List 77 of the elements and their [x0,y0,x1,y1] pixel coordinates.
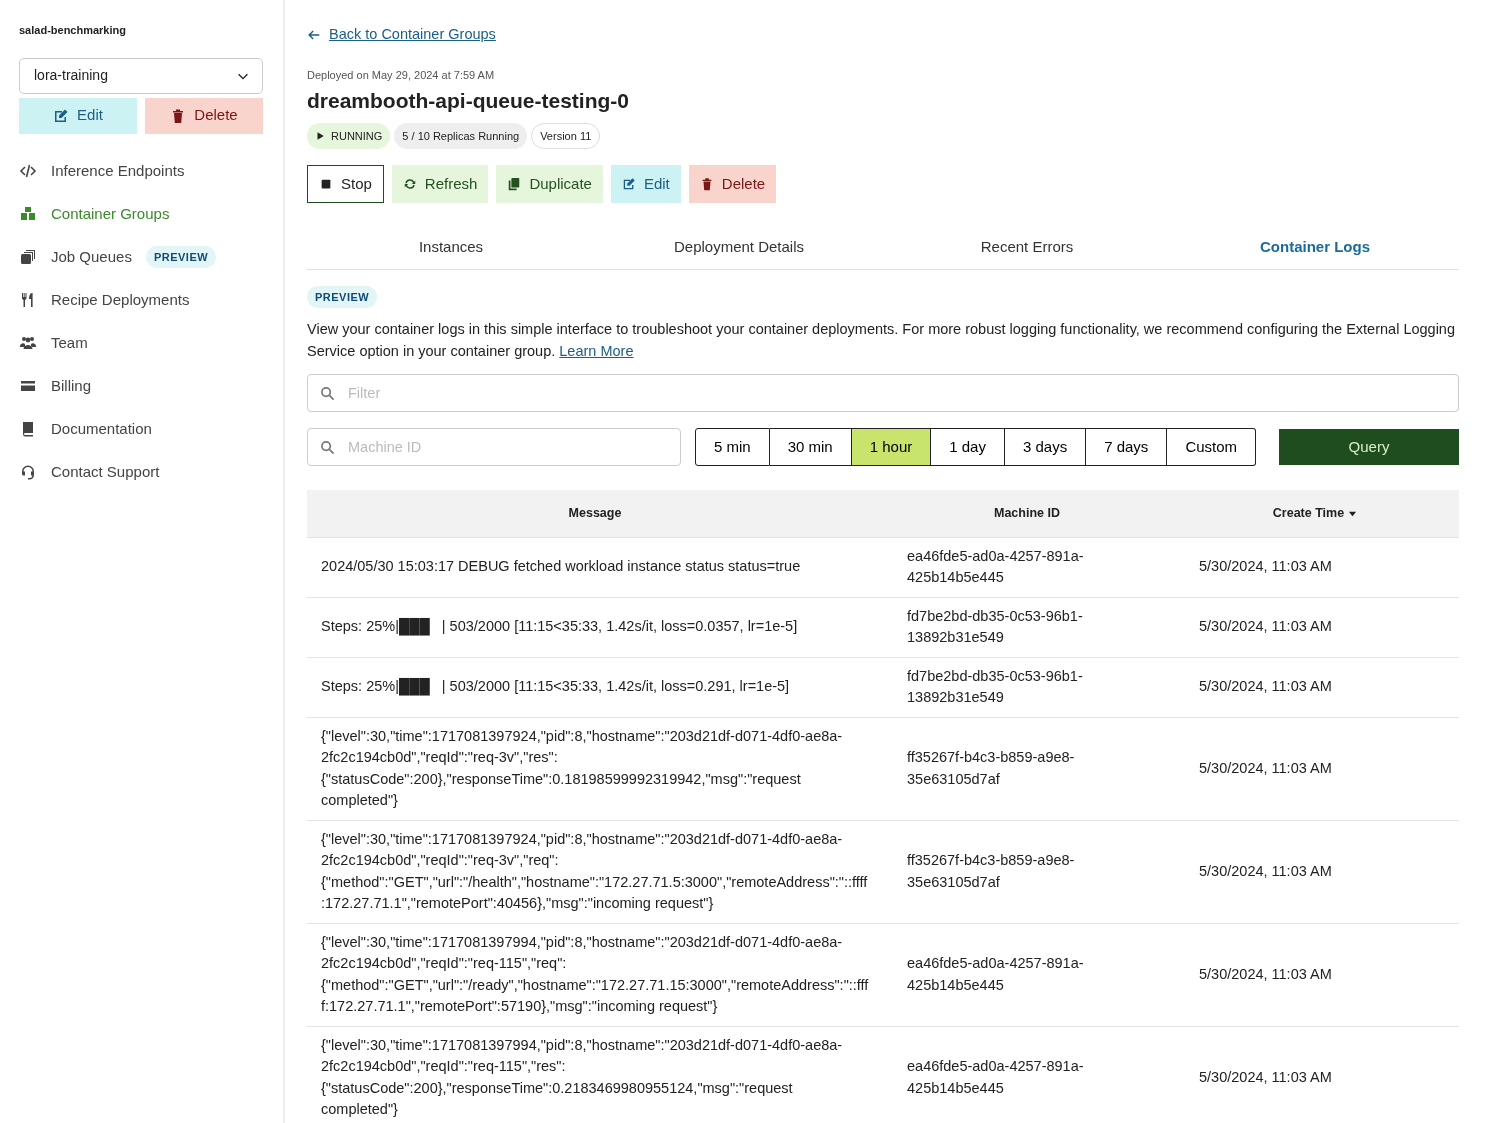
edit-button[interactable]: Edit [19,97,137,134]
back-link[interactable]: Back to Container Groups [307,24,496,46]
time-range-option[interactable]: 3 days [1004,428,1087,467]
create-time: 5/30/2024, 11:03 AM [1171,537,1459,598]
description-text: View your container logs in this simple interface to troubleshoot your container deployments. For more robust logging functionality, we recommend configuring the External Logging Service option in your container group. Learn More [307,320,1456,362]
time-range-option[interactable]: Custom [1167,428,1257,467]
column-header[interactable]: Create Time [1171,490,1459,538]
nav-item[interactable]: Contact Support [19,450,263,494]
preview-badge: PREVIEW [307,285,378,309]
edit-icon [621,177,636,192]
replicas-badge: 5 / 10 Replicas Running [394,122,528,150]
log-message: {"level":30,"time":1717081397924,"pid":8,"hostname":"203d21df-d071-4df0-ae8a-2fc2c194cb0d","reqId":"req-3v","res":{"statusCode":200},"responseTime":0.18198599992319942,"msg":"request completed"} [307,717,883,821]
create-time: 5/30/2024, 11:03 AM [1171,657,1459,718]
stack-icon [19,249,37,265]
machine-id: ff35267f-b4c3-b859-a9e8-35e63105d7af [883,717,1171,821]
credit-card-icon [19,378,37,394]
code-icon [19,163,37,179]
log-message: {"level":30,"time":1717081397994,"pid":8,"hostname":"203d21df-d071-4df0-ae8a-2fc2c194cb0d","reqId":"req-115","req":{"method":"GET","url":"/ready","hostname":"172.27.71.15:3000","remoteAddress":"::ffff:172.27.71.1","remotePort":57190},"msg":"incoming request"} [307,923,883,1027]
create-time: 5/30/2024, 11:03 AM [1171,1026,1459,1123]
nav-item[interactable]: Recipe Deployments [19,278,263,322]
tab[interactable]: Deployment Details [595,227,883,269]
log-message: 2024/05/30 15:03:17 DEBUG fetched workload instance status status=true [307,537,883,598]
refresh-icon [402,177,417,192]
edit-button[interactable]: Edit [610,165,681,204]
log-message: Steps: 25%|███ | 503/2000 [11:15<35:33, 1.42s/it, loss=0.0357, lr=1e-5] [307,597,883,658]
column-header[interactable]: Message [307,490,883,538]
edit-icon [53,107,70,124]
search-icon [320,440,335,456]
container-group-title: dreambooth-api-queue-testing-0 [307,88,630,115]
log-message: {"level":30,"time":1717081397994,"pid":8,"hostname":"203d21df-d071-4df0-ae8a-2fc2c194cb0d","reqId":"req-115","res":{"statusCode":200},"responseTime":0.2183469980955124,"msg":"request completed"} [307,1026,883,1123]
machine-id-field[interactable]: Machine ID [307,428,681,467]
create-time: 5/30/2024, 11:03 AM [1171,717,1459,821]
tab[interactable]: Container Logs [1171,227,1459,269]
query-button[interactable]: Query [1279,429,1459,466]
time-range-option[interactable]: 5 min [695,428,770,467]
search-icon [320,386,335,402]
machine-id: fd7be2bd-db35-0c53-96b1-13892b31e549 [883,597,1171,658]
column-header[interactable]: Machine ID [883,490,1171,538]
nav-item[interactable]: Billing [19,364,263,408]
create-time: 5/30/2024, 11:03 AM [1171,820,1459,924]
tab[interactable]: Recent Errors [883,227,1171,269]
refresh-button[interactable]: Refresh [391,165,489,204]
stop-button[interactable]: Stop [307,165,384,204]
copy-icon [507,177,522,192]
people-icon [19,335,37,351]
filter-field[interactable]: Filter [307,374,1459,413]
machine-id: ea46fde5-ad0a-4257-891a-425b14b5e445 [883,1026,1171,1123]
create-time: 5/30/2024, 11:03 AM [1171,923,1459,1027]
machine-id: fd7be2bd-db35-0c53-96b1-13892b31e549 [883,657,1171,718]
nav-item[interactable]: Inference Endpoints [19,149,263,193]
machine-id: ea46fde5-ad0a-4257-891a-425b14b5e445 [883,923,1171,1027]
delete-button[interactable]: Delete [145,97,263,134]
deployed-date: Deployed on May 29, 2024 at 7:59 AM [307,67,496,83]
create-time: 5/30/2024, 11:03 AM [1171,597,1459,658]
machine-id: ea46fde5-ad0a-4257-891a-425b14b5e445 [883,537,1171,598]
time-range-option[interactable]: 7 days [1086,428,1168,467]
organization-name: salad-benchmarking [19,23,127,38]
time-range-option[interactable]: 1 day [931,428,1005,467]
nav-item[interactable]: Team [19,321,263,365]
learn-more-link[interactable]: Learn More [559,343,634,360]
status-badge: RUNNING [307,122,391,150]
nav-item[interactable]: Documentation [19,407,263,451]
log-message: {"level":30,"time":1717081397924,"pid":8,"hostname":"203d21df-d071-4df0-ae8a-2fc2c194cb0d","reqId":"req-3v","req":{"method":"GET","url":"/health","hostname":"172.27.71.5:3000","remoteAddress":"::ffff:172.27.71.1","remotePort":40456},"msg":"incoming request"} [307,820,883,924]
headset-icon [19,464,37,480]
play-icon [315,130,325,141]
machine-id: ff35267f-b4c3-b859-a9e8-35e63105d7af [883,820,1171,924]
project-select[interactable]: lora-training [19,57,263,94]
nav-item[interactable]: Job Queues PREVIEW [19,235,263,279]
time-range-option[interactable]: 1 hour [851,428,932,467]
delete-button[interactable]: Delete [688,165,777,204]
log-message: Steps: 25%|███ | 503/2000 [11:15<35:33, 1.42s/it, loss=0.291, lr=1e-5] [307,657,883,718]
duplicate-button[interactable]: Duplicate [496,165,603,204]
tab[interactable]: Instances [307,227,595,269]
boxes-icon [19,206,37,222]
time-range-option[interactable]: 30 min [769,428,852,467]
nav-item[interactable]: Container Groups [19,192,263,236]
preview-badge: PREVIEW [145,245,217,269]
